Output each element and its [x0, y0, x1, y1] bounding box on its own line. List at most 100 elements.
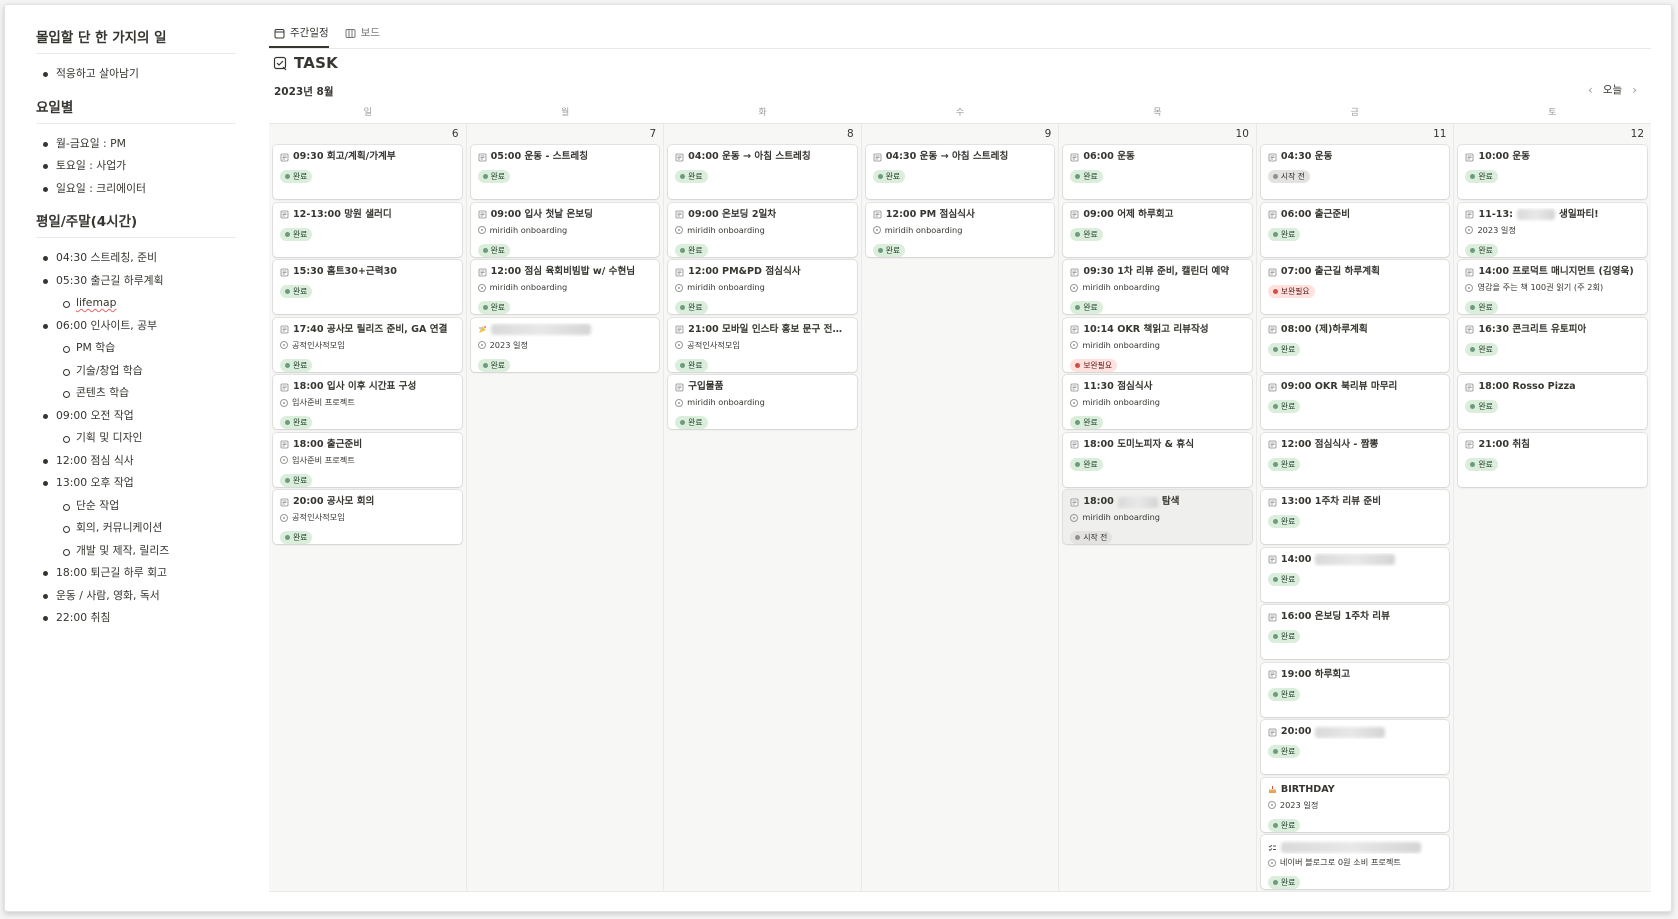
- relation-icon: [675, 226, 684, 234]
- status-badge: 완료: [1465, 170, 1498, 183]
- status-row: 보완필요: [1070, 353, 1245, 372]
- day-column: 12 10:00 운동 완료 11-13: 생일파티! 2023 일정 완료 14:00 프로…: [1454, 124, 1652, 891]
- task-card[interactable]: 구입물품 miridih onboarding 완료: [668, 375, 857, 429]
- status-label: 완료: [885, 172, 901, 181]
- status-dot: [680, 420, 686, 425]
- task-card[interactable]: 10:14 OKR 책읽고 리뷰작성 miridih onboarding 보완필요: [1063, 317, 1252, 372]
- status-row: 완료: [675, 353, 850, 372]
- weekday-label: 화: [758, 108, 767, 118]
- status-label: 완료: [490, 360, 505, 370]
- task-card[interactable]: 04:00 운동 → 아침 스트레칭완료: [668, 145, 857, 199]
- task-card[interactable]: 21:00 취침 완료: [1458, 432, 1648, 487]
- task-card[interactable]: 10:00 운동 완료: [1458, 145, 1648, 199]
- task-card[interactable]: 16:00 온보딩 1주차 리뷰 완료: [1260, 605, 1450, 659]
- status-label: 완료: [1478, 459, 1493, 469]
- task-title: 04:00 운동 → 아침 스트레칭: [688, 151, 811, 162]
- status-dot: [285, 174, 290, 179]
- task-card[interactable]: 18:00 Rosso Pizza 완료: [1458, 375, 1648, 429]
- task-card[interactable]: 08:00 (제)하루계획 완료: [1260, 317, 1450, 372]
- task-card[interactable]: 06:00 출근준비 완료: [1260, 202, 1450, 257]
- day-number: 10: [1235, 128, 1249, 140]
- relation-label: 공적인사적모임: [292, 339, 345, 350]
- task-title-row: 04:30 운동 → 아침 스트레칭: [873, 150, 1048, 164]
- task-title: 20:00 공사모 회의: [293, 496, 375, 507]
- task-card[interactable]: 18:00 도미노피자 & 휴식 완료: [1063, 432, 1252, 487]
- status-dot: [1272, 174, 1278, 179]
- status-dot: [1272, 691, 1278, 697]
- bullet-item: 토요일 : 사업가: [36, 155, 236, 178]
- bullet-item: 월-금요일 : PM: [36, 133, 236, 156]
- status-badge: 완료: [477, 170, 510, 183]
- today-button[interactable]: 오늘: [1603, 82, 1622, 97]
- task-card[interactable]: 13:00 1주차 리뷰 준비 완료: [1260, 490, 1450, 544]
- task-card[interactable]: 12-13:00 망원 샐러디 완료: [273, 202, 462, 257]
- calendar-icon: [274, 28, 285, 38]
- task-card[interactable]: 07:00 출근길 하루계획 보완필요: [1260, 260, 1450, 314]
- tab-weekly[interactable]: 주간일정: [269, 22, 334, 44]
- task-card[interactable]: 2023 일정 완료: [470, 317, 660, 372]
- page-icon: [1268, 498, 1277, 506]
- section-divider: [36, 53, 236, 54]
- task-card[interactable]: 04:30 운동 → 아침 스트레칭완료: [865, 145, 1055, 199]
- task-title: 19:00 하루회고: [1280, 668, 1351, 680]
- task-card[interactable]: 18:00 입사 이후 시간표 구성 입사준비 프로젝트 완료: [273, 375, 462, 429]
- task-card[interactable]: 09:00 OKR 북리뷰 마무리 완료: [1260, 375, 1450, 429]
- page-icon: [1268, 440, 1277, 449]
- task-title: 18:00 도미노피자 & 휴식: [1083, 438, 1195, 450]
- task-card[interactable]: 11-13: 생일파티! 2023 일정 완료: [1458, 202, 1648, 257]
- task-card[interactable]: 12:00 점심식사 - 짬뽕 완료: [1260, 432, 1450, 487]
- task-card[interactable]: 네이버 블로그로 0원 소비 프로젝트 완료: [1260, 835, 1450, 889]
- tab-weekly-label: 주간일정: [290, 27, 329, 39]
- task-title: 09:00 입사 첫날 온보딩: [490, 208, 593, 220]
- status-label: 완료: [1083, 303, 1098, 312]
- task-card[interactable]: 14:00 프로덕트 매니지먼트 (김영욱) 영감을 주는 책 100권 읽기 (…: [1458, 260, 1648, 314]
- task-card[interactable]: 16:30 콘크리트 유토피아 완료: [1458, 317, 1648, 372]
- status-row: 완료: [280, 525, 455, 544]
- task-card[interactable]: 18:00 탐색 miridih onboarding 시작 전: [1063, 490, 1252, 544]
- task-card[interactable]: 09:30 1차 리뷰 준비, 캘린더 예약 miridih onboarding…: [1063, 260, 1252, 314]
- chevron-left-icon[interactable]: ‹: [1588, 83, 1593, 97]
- task-title-row: 11:30 점심식사: [1070, 380, 1245, 394]
- tab-board[interactable]: 보드: [340, 22, 385, 44]
- task-relation: miridih onboarding: [477, 223, 653, 238]
- status-label: 시작 전: [1280, 172, 1305, 181]
- page-icon: [1268, 325, 1277, 334]
- task-card[interactable]: 21:00 모바일 인스타 홍보 문구 전달 to ... 공적인사적모임완료: [668, 317, 857, 372]
- relation-icon: [477, 226, 486, 234]
- task-card[interactable]: 09:00 어제 하루회고 완료: [1063, 202, 1252, 257]
- task-card[interactable]: 12:00 PM 점심식사 miridih onboarding 완료: [865, 202, 1055, 257]
- task-card[interactable]: 09:00 온보딩 2일차 miridih onboarding 완료: [668, 202, 857, 257]
- task-card[interactable]: 06:00 운동 완료: [1063, 145, 1252, 199]
- task-card[interactable]: 04:30 운동 시작 전: [1260, 145, 1450, 199]
- task-card[interactable]: 18:00 출근준비 입사준비 프로젝트 완료: [273, 432, 462, 487]
- task-card[interactable]: 20:00 공사모 회의 공적인사적모임 완료: [273, 490, 462, 544]
- task-card[interactable]: 20:00 완료: [1260, 720, 1450, 774]
- task-card[interactable]: 17:40 공사모 릴리즈 준비, GA 연결 공적인사적모임 완료: [273, 317, 462, 372]
- task-card[interactable]: 15:30 홈트30+근력30 완료: [273, 260, 462, 314]
- task-card[interactable]: 09:30 회고/계획/가계부 완료: [273, 145, 462, 199]
- status-row: 완료: [1465, 164, 1640, 183]
- page-icon: [280, 268, 289, 276]
- task-card[interactable]: 05:00 운동 - 스트레칭완료: [470, 145, 660, 199]
- task-card[interactable]: BIRTHDAY 2023 일정 완료: [1260, 777, 1450, 832]
- task-card[interactable]: 12:00 PM&PD 점심식사 miridih onboarding 완료: [668, 260, 857, 314]
- task-card[interactable]: 19:00 하루회고 완료: [1260, 662, 1450, 717]
- task-card[interactable]: 11:30 점심식사 miridih onboarding 완료: [1063, 375, 1252, 429]
- task-card[interactable]: 12:00 점심 육회비빔밥 w/ 수현님 miridih onboarding 완…: [470, 260, 660, 314]
- task-title-row: 12:00 점심 육회비빔밥 w/ 수현님: [478, 265, 653, 279]
- status-row: 완료: [675, 238, 850, 257]
- status-row: 완료: [1070, 410, 1245, 429]
- task-card[interactable]: 09:00 입사 첫날 온보딩 miridih onboarding 완료: [470, 202, 660, 257]
- page-icon: [280, 498, 289, 506]
- status-label: 완료: [293, 229, 308, 239]
- task-title-row: 05:00 운동 - 스트레칭: [478, 150, 653, 164]
- relation-label: miridih onboarding: [687, 224, 765, 235]
- tab-board-label: 보드: [360, 27, 380, 39]
- chevron-right-icon[interactable]: ›: [1632, 83, 1637, 97]
- page-icon: [1268, 210, 1277, 219]
- status-row: 완료: [675, 164, 850, 183]
- task-card[interactable]: 14:00 완료: [1260, 547, 1450, 602]
- relation-label: miridih onboarding: [1082, 512, 1160, 522]
- status-dot: [285, 535, 290, 540]
- status-dot: [1272, 880, 1278, 885]
